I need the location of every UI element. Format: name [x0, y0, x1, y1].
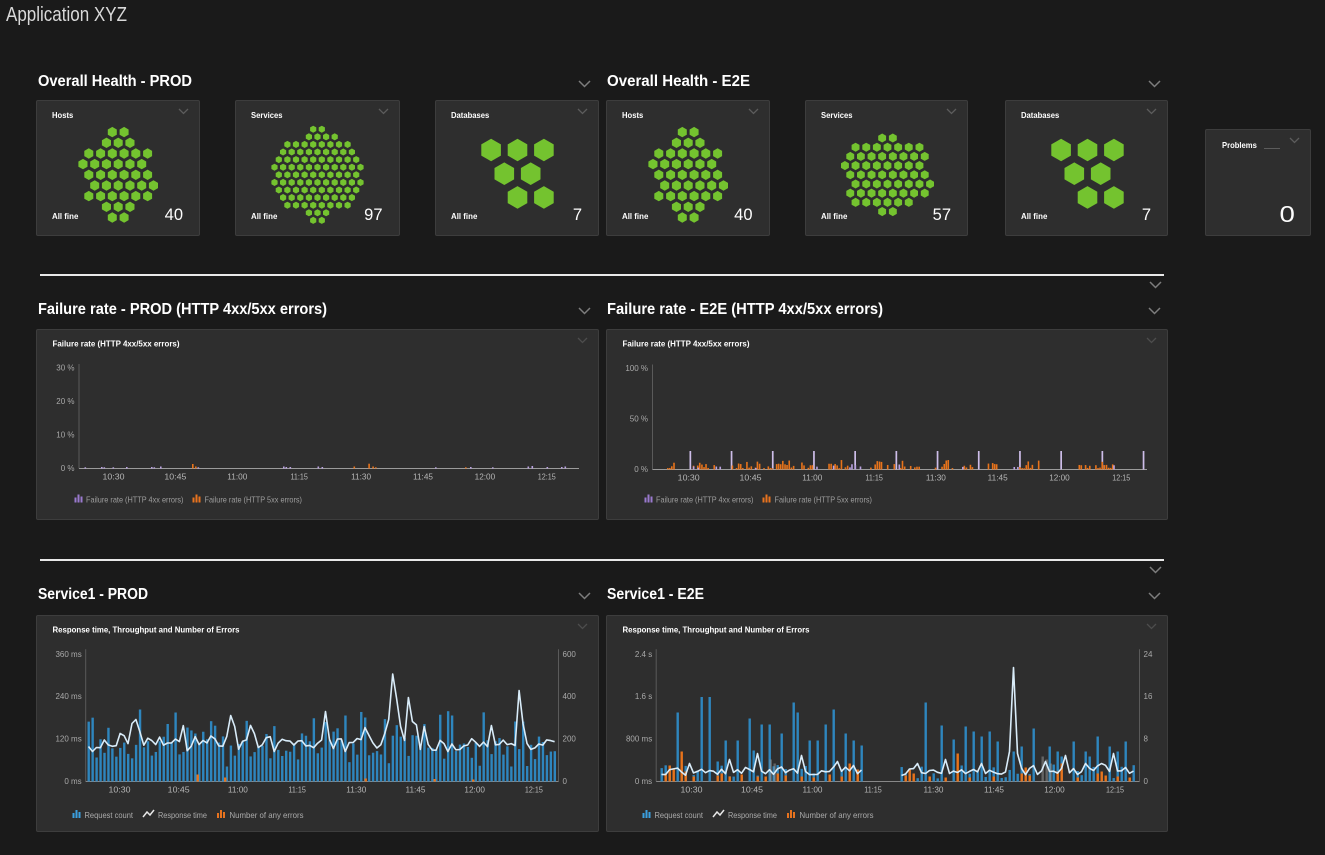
- svg-text:Number of any errors: Number of any errors: [799, 810, 873, 820]
- svg-text:Number of any errors: Number of any errors: [229, 810, 303, 820]
- svg-text:400: 400: [562, 692, 576, 701]
- svg-text:Response time: Response time: [728, 810, 777, 820]
- svg-text:Failure rate (HTTP 4xx/5xx err: Failure rate (HTTP 4xx/5xx errors): [52, 338, 179, 348]
- svg-text:10:45: 10:45: [164, 472, 187, 481]
- svg-text:11:45: 11:45: [984, 786, 1005, 795]
- svg-text:11:15: 11:15: [290, 472, 308, 481]
- svg-text:1.6 s: 1.6 s: [634, 692, 651, 701]
- svg-text:11:15: 11:15: [288, 786, 306, 795]
- svg-text:11:00: 11:00: [802, 473, 823, 482]
- svg-text:11:15: 11:15: [864, 786, 882, 795]
- svg-text:Request count: Request count: [654, 810, 703, 820]
- svg-text:12:15: 12:15: [1106, 786, 1124, 795]
- svg-text:20 %: 20 %: [56, 397, 74, 406]
- svg-text:Response time: Response time: [158, 810, 207, 820]
- svg-text:200: 200: [562, 735, 576, 744]
- svg-text:11:30: 11:30: [925, 473, 946, 482]
- svg-text:Failure rate (HTTP 5xx errors): Failure rate (HTTP 5xx errors): [774, 494, 872, 504]
- svg-text:120 ms: 120 ms: [55, 735, 81, 744]
- svg-text:11:15: 11:15: [865, 473, 883, 482]
- svg-text:50 %: 50 %: [629, 414, 647, 423]
- svg-text:360 ms: 360 ms: [55, 650, 81, 659]
- svg-text:2.4 s: 2.4 s: [634, 650, 651, 659]
- svg-text:11:00: 11:00: [802, 786, 823, 795]
- svg-text:24: 24: [1143, 650, 1152, 659]
- svg-text:10:45: 10:45: [739, 473, 762, 482]
- svg-text:Failure rate (HTTP 5xx errors): Failure rate (HTTP 5xx errors): [204, 494, 302, 504]
- svg-text:Response time, Throughput and: Response time, Throughput and Number of …: [52, 625, 239, 635]
- svg-text:10:30: 10:30: [680, 786, 703, 795]
- svg-text:0: 0: [1143, 777, 1148, 786]
- svg-text:16: 16: [1143, 692, 1152, 701]
- svg-text:0 %: 0 %: [60, 464, 74, 473]
- svg-text:Response time, Throughput and: Response time, Throughput and Number of …: [622, 625, 809, 635]
- svg-text:Request count: Request count: [84, 810, 133, 820]
- svg-text:11:00: 11:00: [227, 472, 248, 481]
- svg-text:240 ms: 240 ms: [55, 692, 81, 701]
- svg-text:10:30: 10:30: [102, 472, 125, 481]
- svg-text:600: 600: [562, 650, 576, 659]
- svg-text:12:00: 12:00: [464, 786, 485, 795]
- svg-text:12:00: 12:00: [1044, 786, 1065, 795]
- svg-text:30 %: 30 %: [56, 363, 74, 372]
- svg-text:800 ms: 800 ms: [625, 735, 651, 744]
- svg-text:10 %: 10 %: [56, 430, 74, 439]
- svg-text:10:30: 10:30: [677, 473, 700, 482]
- svg-text:Failure rate (HTTP 4xx errors): Failure rate (HTTP 4xx errors): [656, 494, 754, 504]
- svg-text:12:15: 12:15: [524, 786, 542, 795]
- svg-text:11:45: 11:45: [987, 473, 1008, 482]
- svg-text:0 ms: 0 ms: [64, 777, 81, 786]
- svg-text:12:15: 12:15: [1112, 473, 1130, 482]
- svg-text:12:00: 12:00: [474, 472, 495, 481]
- svg-text:8: 8: [1143, 735, 1148, 744]
- svg-text:12:15: 12:15: [537, 472, 555, 481]
- svg-text:100 %: 100 %: [625, 364, 648, 373]
- svg-text:11:30: 11:30: [923, 786, 944, 795]
- svg-text:10:45: 10:45: [167, 786, 190, 795]
- svg-text:0: 0: [562, 777, 567, 786]
- svg-text:11:45: 11:45: [405, 786, 426, 795]
- svg-text:12:00: 12:00: [1049, 473, 1070, 482]
- svg-text:11:30: 11:30: [346, 786, 367, 795]
- svg-text:11:45: 11:45: [413, 472, 434, 481]
- svg-text:0 %: 0 %: [634, 465, 648, 474]
- svg-text:Failure rate (HTTP 4xx errors): Failure rate (HTTP 4xx errors): [86, 494, 184, 504]
- svg-text:11:30: 11:30: [351, 472, 372, 481]
- svg-text:10:45: 10:45: [741, 786, 764, 795]
- svg-text:0 ms: 0 ms: [634, 777, 651, 786]
- svg-text:10:30: 10:30: [108, 786, 131, 795]
- svg-text:Failure rate (HTTP 4xx/5xx err: Failure rate (HTTP 4xx/5xx errors): [622, 338, 749, 348]
- svg-text:11:00: 11:00: [227, 786, 248, 795]
